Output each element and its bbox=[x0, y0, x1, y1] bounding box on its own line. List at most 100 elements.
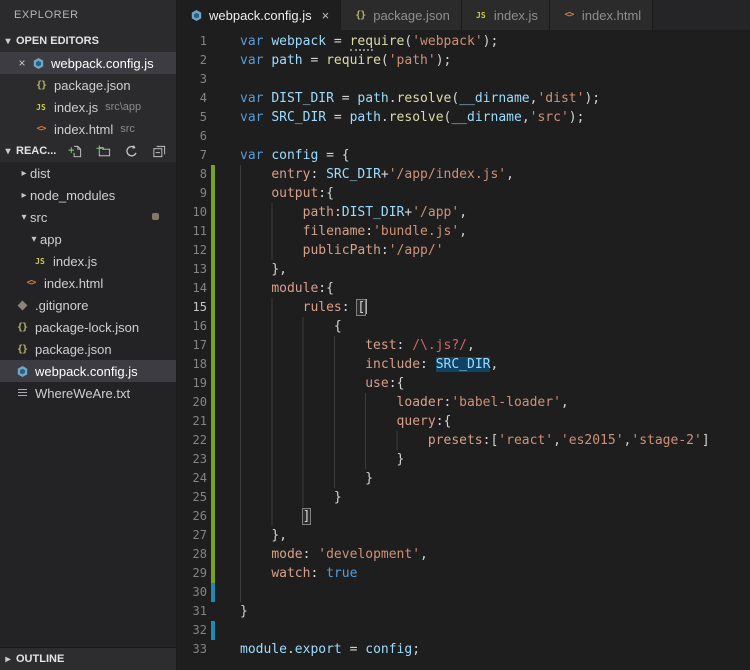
webpack-icon bbox=[14, 363, 30, 379]
indent-guides bbox=[240, 336, 364, 355]
tab-package.json[interactable]: {} package.json bbox=[341, 0, 462, 30]
indent-guides bbox=[240, 412, 395, 431]
open-editor-webpack.config.js[interactable]: × webpack.config.js bbox=[0, 52, 176, 74]
code-line-14[interactable]: 14 module:{ bbox=[177, 279, 750, 298]
tab-index.js[interactable]: JS index.js bbox=[461, 0, 550, 30]
open-editors-header[interactable]: ▾ OPEN EDITORS bbox=[0, 30, 176, 52]
code-line-29[interactable]: 29 watch: true bbox=[177, 564, 750, 583]
code-token: , bbox=[560, 395, 569, 410]
refresh-button[interactable] bbox=[124, 144, 139, 159]
code-line-4[interactable]: 4 var DIST_DIR = path.resolve(__dirname,'… bbox=[177, 89, 750, 108]
new-file-button[interactable] bbox=[68, 144, 83, 159]
line-number: 18 bbox=[192, 357, 207, 371]
code-line-33[interactable]: 33 module.export = config; bbox=[177, 640, 750, 659]
code-line-1[interactable]: 1 var webpack = require('webpack'); bbox=[177, 32, 750, 51]
line-number: 29 bbox=[192, 566, 207, 580]
tree-item-WhereWeAre.txt[interactable]: WhereWeAre.txt bbox=[0, 382, 176, 404]
code-line-6[interactable]: 6 bbox=[177, 127, 750, 146]
code-line-20[interactable]: 20 loader:'babel-loader', bbox=[177, 393, 750, 412]
project-section-header[interactable]: ▾ REAC... bbox=[0, 140, 176, 162]
code-token: __dirname bbox=[451, 110, 522, 125]
code-line-2[interactable]: 2 var path = require('path'); bbox=[177, 51, 750, 70]
code-line-content: } bbox=[215, 488, 750, 507]
line-number: 16 bbox=[192, 319, 207, 333]
code-token: config bbox=[271, 148, 319, 163]
close-tab-button[interactable]: × bbox=[322, 8, 330, 23]
tree-item-index.js[interactable]: JS index.js bbox=[0, 250, 176, 272]
code-line-23[interactable]: 23 } bbox=[177, 450, 750, 469]
code-token: SRC_DIR bbox=[326, 167, 381, 182]
code-line-15[interactable]: 15 rules: [ bbox=[177, 298, 750, 317]
open-editor-package.json[interactable]: {} package.json bbox=[0, 74, 176, 96]
collapse-all-button[interactable] bbox=[152, 144, 167, 159]
tree-item-.gitignore[interactable]: .gitignore bbox=[0, 294, 176, 316]
open-editor-index.html[interactable]: <> index.html src bbox=[0, 118, 176, 140]
tab-index.html[interactable]: <> index.html bbox=[549, 0, 654, 30]
code-token: ); bbox=[482, 34, 499, 49]
code-line-12[interactable]: 12 publicPath:'/app/' bbox=[177, 241, 750, 260]
tab-bar: webpack.config.js × {} package.json JS index.… bbox=[177, 0, 750, 30]
code-token: + bbox=[380, 167, 389, 182]
code-area[interactable]: 1 var webpack = require('webpack'); 2 var p… bbox=[177, 30, 750, 670]
code-token: DIST_DIR bbox=[271, 91, 334, 106]
code-line-28[interactable]: 28 mode: 'development', bbox=[177, 545, 750, 564]
code-token: path bbox=[302, 205, 334, 220]
code-token: , bbox=[521, 110, 530, 125]
code-line-31[interactable]: 31} bbox=[177, 602, 750, 621]
code-line-21[interactable]: 21 query:{ bbox=[177, 412, 750, 431]
tree-item-dist[interactable]: ▸ dist bbox=[0, 162, 176, 184]
code-token: { bbox=[333, 319, 342, 334]
code-token: config bbox=[365, 642, 413, 657]
chevron-right-icon: ▸ bbox=[5, 653, 11, 665]
code-line-16[interactable]: 16 { bbox=[177, 317, 750, 336]
code-line-17[interactable]: 17 test: /\.js?/, bbox=[177, 336, 750, 355]
code-line-30[interactable]: 30 bbox=[177, 583, 750, 602]
code-line-27[interactable]: 27 }, bbox=[177, 526, 750, 545]
code-line-content: mode: 'development', bbox=[215, 545, 750, 564]
tree-item-index.html[interactable]: <> index.html bbox=[0, 272, 176, 294]
new-folder-button[interactable] bbox=[96, 144, 111, 159]
code-line-19[interactable]: 19 use:{ bbox=[177, 374, 750, 393]
code-line-3[interactable]: 3 bbox=[177, 70, 750, 89]
code-line-26[interactable]: 26 ] bbox=[177, 507, 750, 526]
code-line-7[interactable]: 7 var config = { bbox=[177, 146, 750, 165]
tree-item-package.json[interactable]: {} package.json bbox=[0, 338, 176, 360]
tree-item-webpack.config.js[interactable]: webpack.config.js bbox=[0, 360, 176, 382]
code-line-18[interactable]: 18 include: SRC_DIR, bbox=[177, 355, 750, 374]
tab-label: index.js bbox=[493, 7, 538, 23]
tab-label: index.html bbox=[581, 7, 642, 23]
tree-item-package-lock.json[interactable]: {} package-lock.json bbox=[0, 316, 176, 338]
line-number: 20 bbox=[192, 395, 207, 409]
code-line-13[interactable]: 13 }, bbox=[177, 260, 750, 279]
code-line-22[interactable]: 22 presets:['react','es2015','stage-2'] bbox=[177, 431, 750, 450]
code-line-content: var webpack = require('webpack'); bbox=[215, 32, 750, 51]
indent-guides bbox=[240, 165, 270, 184]
code-token: presets bbox=[427, 433, 483, 448]
indent-guides bbox=[240, 241, 301, 260]
tree-item-node_modules[interactable]: ▸ node_modules bbox=[0, 184, 176, 206]
js-icon: JS bbox=[476, 10, 486, 20]
code-line-8[interactable]: 8 entry: SRC_DIR+'/app/index.js', bbox=[177, 165, 750, 184]
code-line-9[interactable]: 9 output:{ bbox=[177, 184, 750, 203]
code-line-10[interactable]: 10 path:DIST_DIR+'/app', bbox=[177, 203, 750, 222]
code-token: , bbox=[459, 224, 467, 239]
code-token: var bbox=[240, 91, 264, 106]
tree-item-app[interactable]: ▾ app bbox=[0, 228, 176, 250]
code-line-24[interactable]: 24 } bbox=[177, 469, 750, 488]
open-editor-index.js[interactable]: JS index.js src\app bbox=[0, 96, 176, 118]
code-line-5[interactable]: 5 var SRC_DIR = path.resolve(__dirname,'s… bbox=[177, 108, 750, 127]
tree-item-src[interactable]: ▾ src bbox=[0, 206, 176, 228]
text-cursor bbox=[366, 299, 368, 314]
code-token: = { bbox=[318, 148, 350, 163]
tab-webpack.config.js[interactable]: webpack.config.js × bbox=[177, 0, 342, 30]
outline-header[interactable]: ▸ OUTLINE bbox=[0, 647, 176, 670]
indent-guides bbox=[240, 583, 270, 602]
code-line-11[interactable]: 11 filename:'bundle.js', bbox=[177, 222, 750, 241]
close-icon[interactable]: × bbox=[14, 56, 30, 70]
code-line-content: presets:['react','es2015','stage-2'] bbox=[215, 431, 750, 450]
line-number: 4 bbox=[199, 91, 207, 105]
code-line-32[interactable]: 32 bbox=[177, 621, 750, 640]
code-token: 'webpack' bbox=[412, 34, 483, 49]
code-line-25[interactable]: 25 } bbox=[177, 488, 750, 507]
code-token: req bbox=[349, 34, 374, 51]
